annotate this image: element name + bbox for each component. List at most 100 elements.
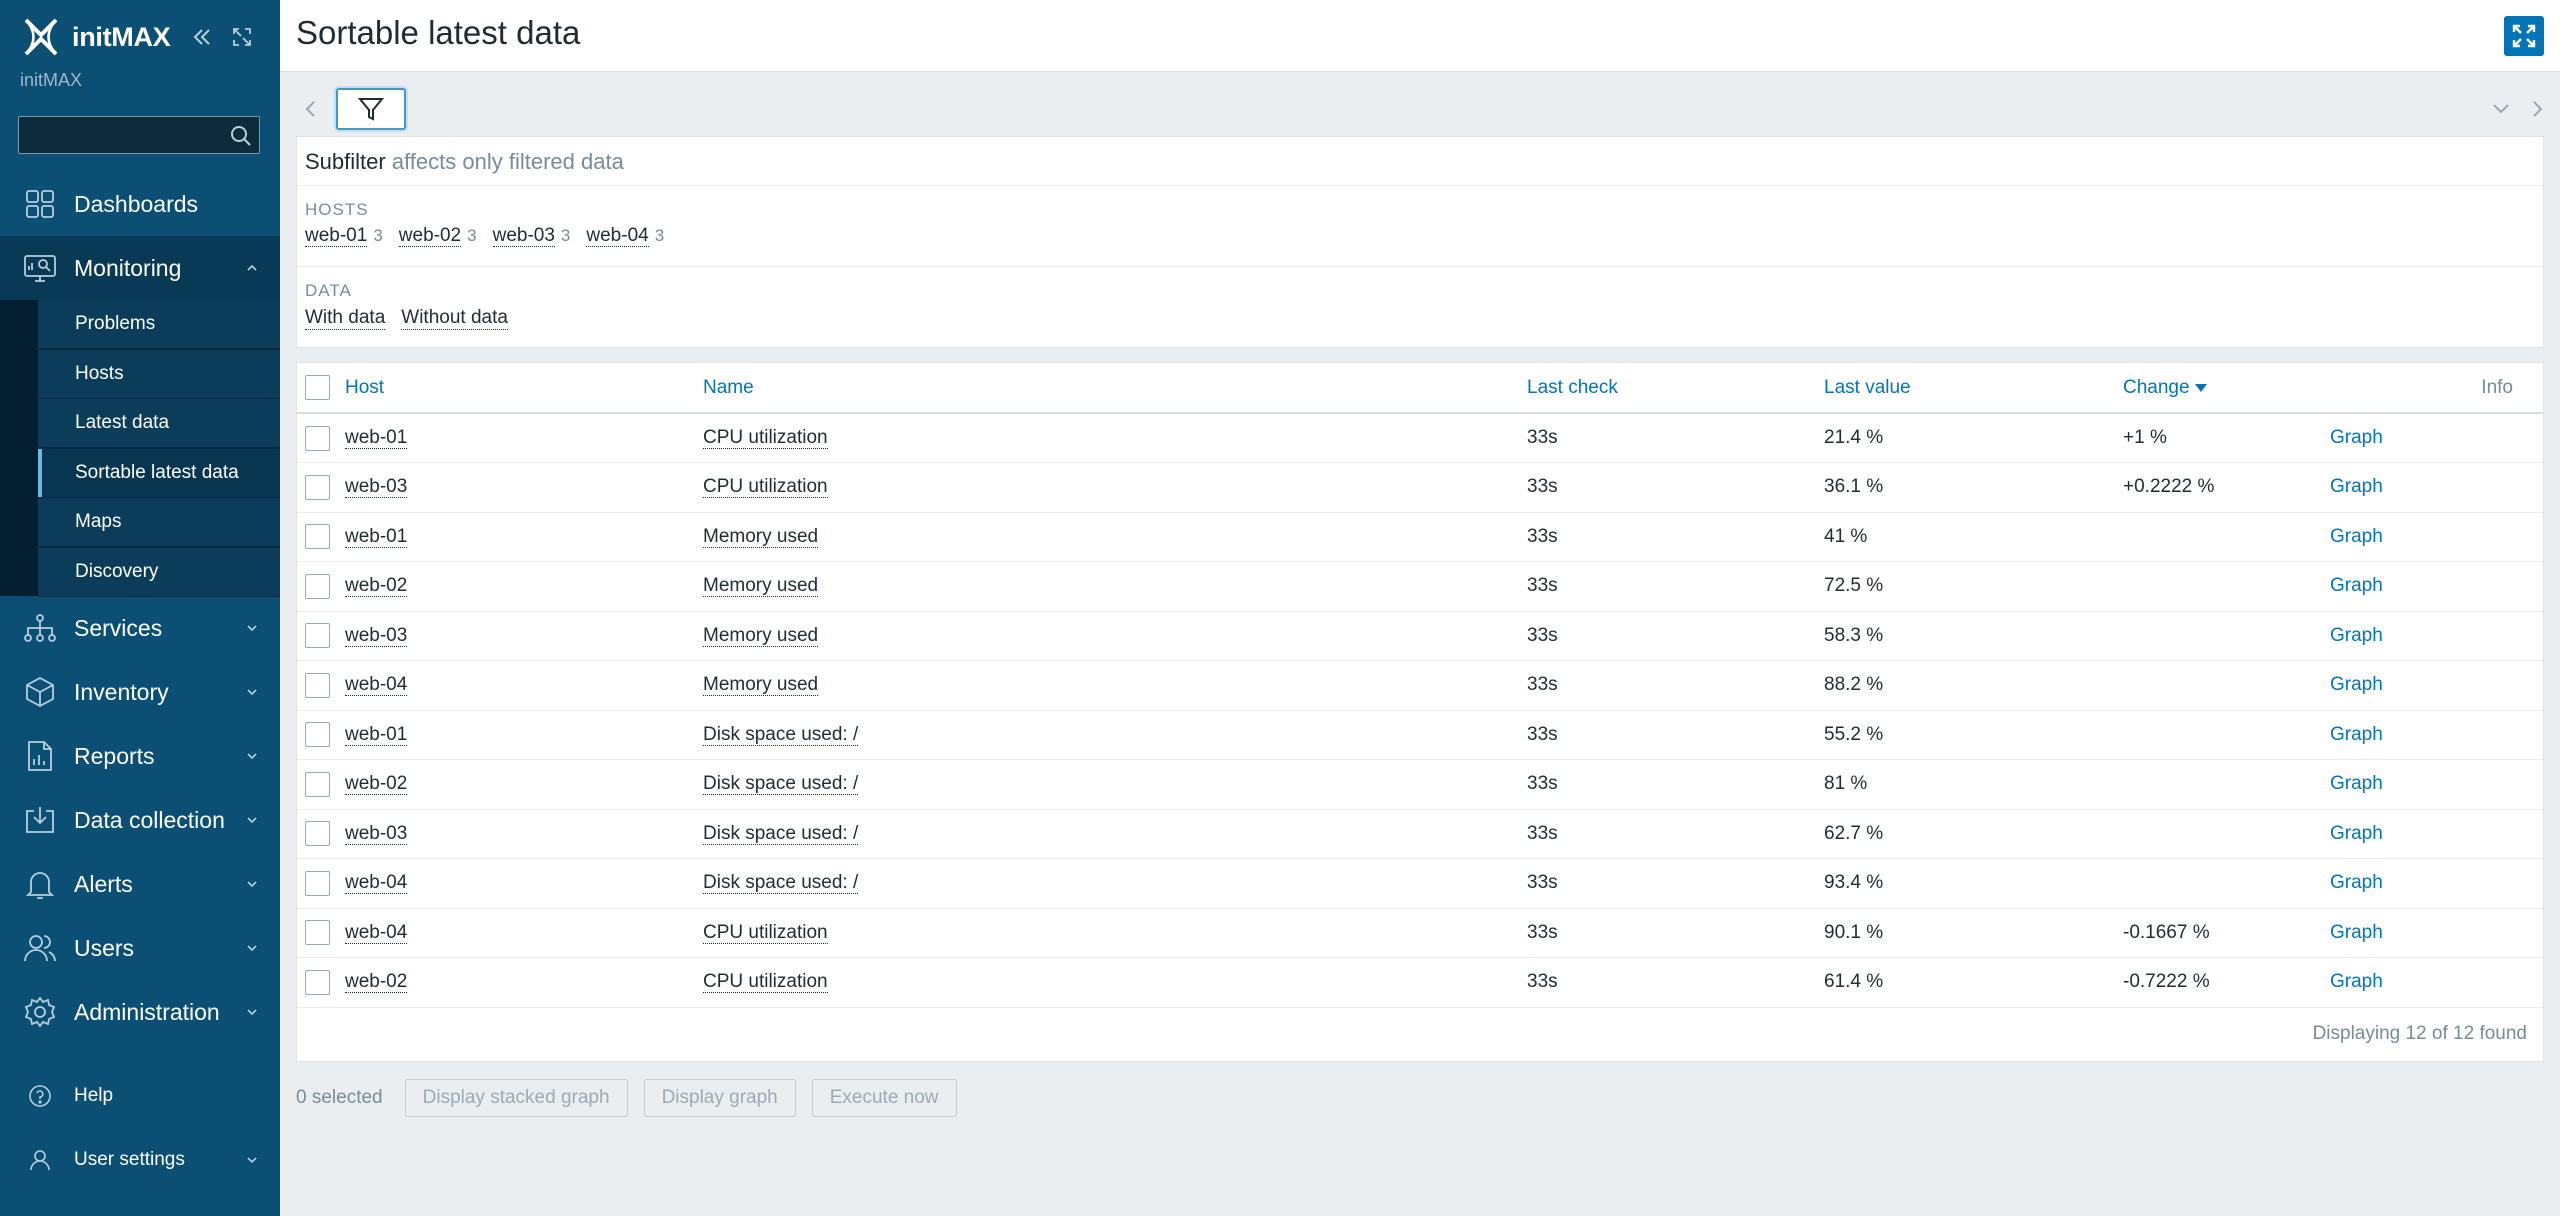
- item-name-link[interactable]: CPU utilization: [703, 476, 828, 499]
- row-checkbox[interactable]: [305, 722, 330, 748]
- kiosk-mode-icon[interactable]: [227, 22, 257, 52]
- nav-alerts[interactable]: Alerts: [0, 852, 280, 916]
- nav-data-collection[interactable]: Data collection: [0, 788, 280, 852]
- row-checkbox[interactable]: [305, 920, 330, 946]
- row-checkbox[interactable]: [305, 870, 330, 896]
- graph-link[interactable]: Graph: [2330, 922, 2383, 943]
- nav-user-settings[interactable]: User settings: [0, 1132, 280, 1188]
- nav-help[interactable]: Help: [0, 1068, 280, 1124]
- nav-inventory[interactable]: Inventory: [0, 660, 280, 724]
- gear-icon: [20, 992, 60, 1032]
- row-checkbox[interactable]: [305, 425, 330, 451]
- host-link[interactable]: web-04: [345, 674, 408, 697]
- selected-count: 0 selected: [296, 1087, 383, 1108]
- select-all-checkbox[interactable]: [305, 375, 330, 400]
- graph-link[interactable]: Graph: [2330, 575, 2383, 596]
- submenu-item-discovery[interactable]: Discovery: [38, 547, 280, 597]
- nav-users[interactable]: Users: [0, 916, 280, 980]
- logo[interactable]: initMAX: [20, 16, 171, 58]
- graph-link[interactable]: Graph: [2330, 625, 2383, 646]
- row-checkbox[interactable]: [305, 573, 330, 599]
- host-link[interactable]: web-04: [345, 872, 408, 895]
- item-name-link[interactable]: Disk space used: /: [703, 773, 859, 796]
- item-name-link[interactable]: Memory used: [703, 525, 819, 548]
- column-name[interactable]: Name: [703, 363, 1527, 413]
- item-name-link[interactable]: Memory used: [703, 674, 819, 697]
- host-link[interactable]: web-01: [345, 427, 408, 449]
- row-checkbox[interactable]: [305, 474, 330, 500]
- nav-administration[interactable]: Administration: [0, 980, 280, 1044]
- subfilter-host-tag[interactable]: web-04: [586, 225, 649, 247]
- collapse-sidebar-icon[interactable]: [187, 22, 217, 52]
- next-arrow-icon[interactable]: [2522, 94, 2552, 124]
- host-link[interactable]: web-01: [345, 525, 408, 548]
- row-checkbox[interactable]: [305, 771, 330, 797]
- submenu-item-maps[interactable]: Maps: [38, 498, 280, 547]
- host-link[interactable]: web-02: [345, 773, 408, 796]
- last-value-cell: 61.4 %: [1824, 971, 1884, 993]
- nav-monitoring[interactable]: Monitoring: [0, 236, 280, 300]
- host-link[interactable]: web-02: [345, 971, 408, 994]
- item-name-link[interactable]: CPU utilization: [703, 921, 828, 944]
- graph-link[interactable]: Graph: [2330, 773, 2383, 794]
- collapse-filter-icon[interactable]: [2486, 94, 2516, 124]
- subfilter-with-data[interactable]: With data: [305, 307, 386, 330]
- host-link[interactable]: web-01: [345, 723, 408, 746]
- column-change[interactable]: Change: [2123, 363, 2330, 413]
- subfilter-host-tag[interactable]: web-02: [398, 225, 462, 247]
- graph-link[interactable]: Graph: [2330, 724, 2383, 745]
- item-name-link[interactable]: CPU utilization: [703, 971, 828, 994]
- search-icon[interactable]: [229, 124, 253, 153]
- row-checkbox[interactable]: [305, 524, 330, 550]
- sidebar-search[interactable]: [18, 116, 260, 154]
- last-value-cell: 81 %: [1824, 773, 1868, 795]
- submenu-rail: [0, 300, 38, 596]
- change-cell: -0.7222 %: [2123, 971, 2210, 993]
- submenu-item-problems[interactable]: Problems: [38, 300, 280, 349]
- row-checkbox[interactable]: [305, 672, 330, 698]
- graph-link[interactable]: Graph: [2330, 526, 2383, 547]
- host-link[interactable]: web-02: [345, 575, 408, 598]
- graph-link[interactable]: Graph: [2330, 823, 2383, 844]
- prev-arrow-icon[interactable]: [296, 94, 326, 124]
- host-link[interactable]: web-03: [345, 624, 408, 647]
- display-graph-button[interactable]: Display graph: [643, 1079, 796, 1117]
- nav-reports[interactable]: Reports: [0, 724, 280, 788]
- row-checkbox[interactable]: [305, 623, 330, 649]
- nav-dashboards[interactable]: Dashboards: [0, 172, 280, 236]
- item-name-link[interactable]: Disk space used: /: [703, 723, 859, 746]
- row-checkbox[interactable]: [305, 969, 330, 995]
- filter-tab[interactable]: [336, 88, 406, 130]
- row-checkbox[interactable]: [305, 821, 330, 847]
- host-link[interactable]: web-03: [345, 476, 408, 499]
- graph-link[interactable]: Graph: [2330, 427, 2383, 448]
- item-name-link[interactable]: Disk space used: /: [703, 822, 859, 845]
- execute-now-button[interactable]: Execute now: [811, 1079, 957, 1117]
- item-name-link[interactable]: Memory used: [703, 575, 819, 598]
- host-link[interactable]: web-04: [345, 921, 408, 944]
- table-row: web-04 CPU utilization 33s 90.1 % -0.1667 % G…: [297, 908, 2543, 958]
- submenu-item-hosts[interactable]: Hosts: [38, 349, 280, 399]
- subfilter-without-data[interactable]: Without data: [401, 307, 508, 330]
- graph-link[interactable]: Graph: [2330, 971, 2383, 992]
- host-link[interactable]: web-03: [345, 822, 408, 845]
- chevron-down-icon: [247, 689, 257, 696]
- graph-link[interactable]: Graph: [2330, 872, 2383, 893]
- column-host[interactable]: Host: [345, 363, 703, 413]
- submenu-item-sortable-latest-data[interactable]: Sortable latest data: [38, 448, 280, 498]
- graph-link[interactable]: Graph: [2330, 674, 2383, 695]
- search-input[interactable]: [19, 117, 219, 153]
- item-name-link[interactable]: CPU utilization: [703, 427, 828, 449]
- nav-label-users: Users: [74, 934, 135, 961]
- subfilter-host-tag[interactable]: web-03: [492, 225, 555, 247]
- graph-link[interactable]: Graph: [2330, 476, 2383, 497]
- item-name-link[interactable]: Disk space used: /: [703, 872, 859, 895]
- display-stacked-graph-button[interactable]: Display stacked graph: [404, 1079, 628, 1117]
- fullscreen-button[interactable]: [2504, 16, 2544, 56]
- subfilter-host-tag[interactable]: web-01: [305, 225, 368, 247]
- column-last-check[interactable]: Last check: [1527, 363, 1824, 413]
- nav-services[interactable]: Services: [0, 596, 280, 660]
- item-name-link[interactable]: Memory used: [703, 624, 819, 647]
- column-last-value[interactable]: Last value: [1824, 363, 2123, 413]
- submenu-item-latest-data[interactable]: Latest data: [38, 399, 280, 448]
